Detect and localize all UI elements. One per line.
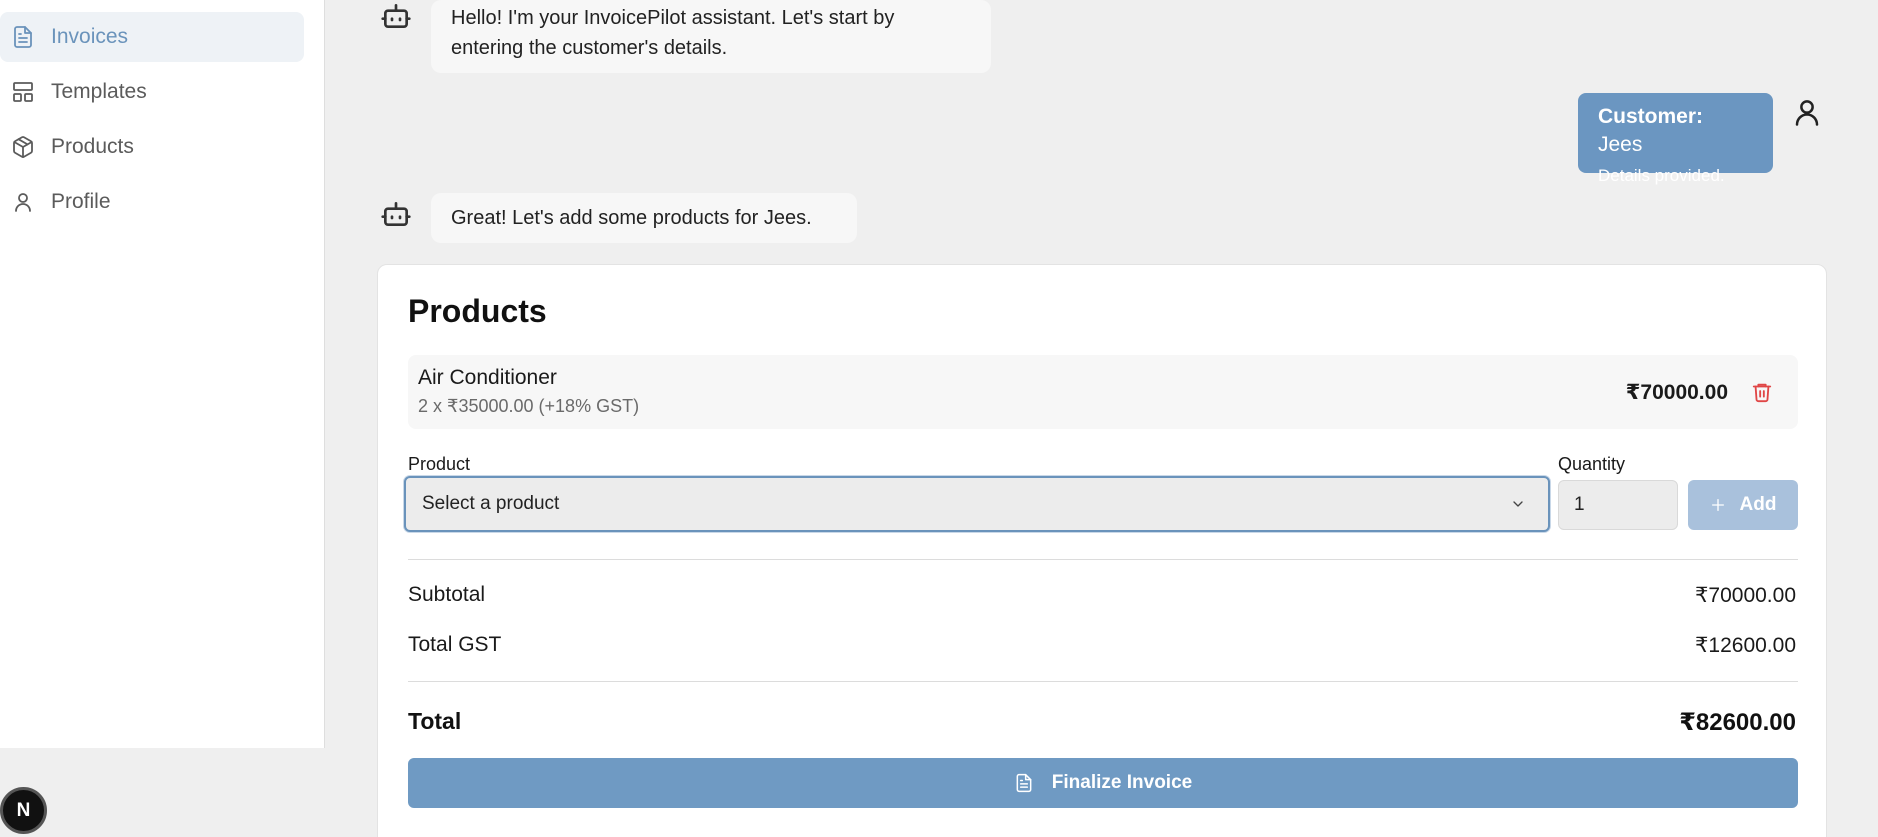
product-line-item: Air Conditioner 2 x ₹35000.00 (+18% GST)…: [408, 355, 1798, 429]
bot-icon: [380, 0, 412, 32]
sidebar-item-templates[interactable]: Templates: [0, 67, 304, 117]
sidebar-item-invoices[interactable]: Invoices: [0, 12, 304, 62]
quantity-input[interactable]: 1: [1558, 480, 1678, 530]
total-label: Total: [408, 708, 462, 734]
product-label: Product: [408, 454, 471, 474]
plus-icon: [1711, 499, 1724, 511]
line-item-detail: 2 x ₹35000.00 (+18% GST): [418, 396, 640, 416]
trash-icon[interactable]: [1751, 381, 1773, 403]
products-title: Products: [408, 293, 547, 329]
user-icon: [11, 190, 35, 214]
bot-message-line: Hello! I'm your InvoicePilot assistant. …: [451, 7, 895, 29]
product-select[interactable]: Select a product: [404, 476, 1550, 532]
bot-message-text: Great! Let's add some products for Jees.: [451, 207, 812, 229]
bot-message-line: entering the customer's details.: [451, 37, 728, 59]
customer-label: Customer:: [1598, 105, 1704, 128]
gst-value: ₹12600.00: [1695, 634, 1796, 657]
file-text-icon: [1016, 773, 1032, 793]
line-item-amount: ₹70000.00: [1625, 381, 1728, 404]
finalize-label: Finalize Invoice: [1051, 772, 1193, 793]
sidebar-item-products[interactable]: Products: [0, 122, 304, 172]
quantity-label: Quantity: [1558, 454, 1626, 474]
bot-message: Hello! I'm your InvoicePilot assistant. …: [431, 0, 991, 73]
sidebar-item-label: Templates: [51, 80, 147, 103]
user-avatar-icon: [1792, 97, 1822, 127]
finalize-invoice-button[interactable]: Finalize Invoice: [408, 758, 1798, 808]
divider: [408, 681, 1798, 682]
chevron-down-icon: [1510, 496, 1526, 512]
gst-label: Total GST: [408, 633, 502, 656]
dev-badge[interactable]: N: [0, 787, 47, 834]
sidebar-item-label: Profile: [51, 190, 111, 213]
bot-icon: [380, 198, 412, 230]
sidebar: Invoices Templates Products Profile: [0, 0, 325, 748]
user-message: Customer: Jees Details provided.: [1578, 93, 1773, 185]
product-select-value: Select a product: [422, 493, 560, 514]
dev-badge-letter: N: [16, 799, 31, 821]
layout-icon: [11, 80, 35, 104]
add-product-button[interactable]: Add: [1688, 480, 1798, 530]
file-text-icon: [11, 25, 35, 49]
app: Invoices Templates Products Profile N He…: [0, 0, 1878, 837]
customer-line: Customer: Jees: [1598, 103, 1753, 159]
add-label: Add: [1739, 494, 1777, 515]
quantity-value: 1: [1574, 494, 1585, 515]
divider: [408, 559, 1798, 560]
subtotal-value: ₹70000.00: [1695, 584, 1796, 607]
products-card: Products Air Conditioner 2 x ₹35000.00 (…: [377, 264, 1827, 837]
customer-name: Jees: [1598, 133, 1643, 156]
sidebar-item-label: Products: [51, 135, 134, 158]
details-text: Details provided.: [1598, 166, 1725, 185]
sidebar-item-profile[interactable]: Profile: [0, 177, 304, 227]
subtotal-label: Subtotal: [408, 583, 486, 606]
bot-message: Great! Let's add some products for Jees.: [431, 193, 857, 243]
line-item-name: Air Conditioner: [418, 366, 557, 389]
sidebar-item-label: Invoices: [51, 25, 129, 48]
package-icon: [11, 135, 35, 159]
total-value: ₹82600.00: [1679, 709, 1796, 736]
